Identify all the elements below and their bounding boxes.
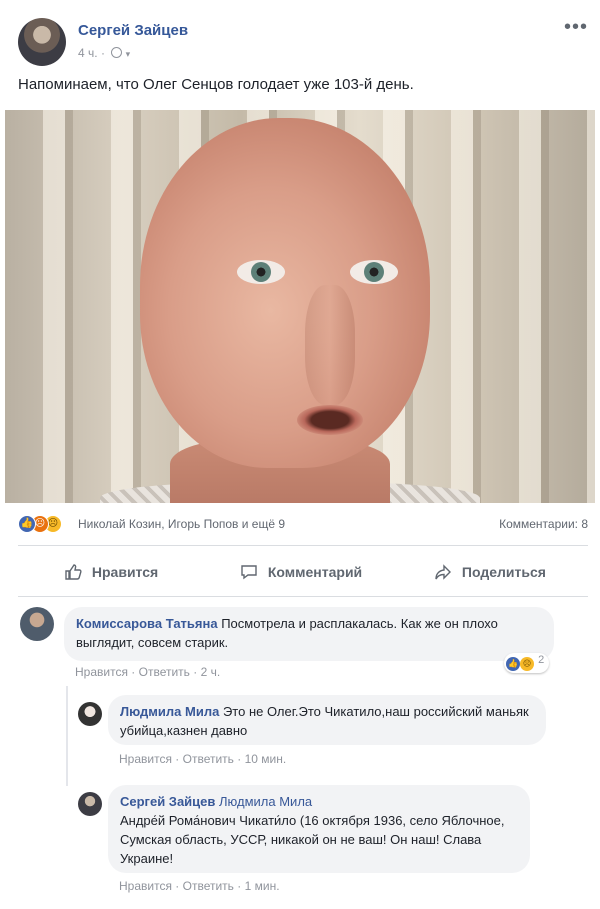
commenter-avatar[interactable]	[78, 792, 102, 816]
comment-author[interactable]: Людмила Мила	[120, 704, 219, 719]
meta-separator: ·	[100, 46, 105, 60]
comment-text: Андре́й Рома́нович Чикати́ло (16 октября…	[120, 813, 505, 866]
comments-count[interactable]: Комментарии: 8	[499, 517, 588, 531]
comment-author[interactable]: Сергей Зайцев	[120, 794, 215, 809]
photo-nose	[305, 285, 355, 405]
post-meta: 4 ч. · ▾	[78, 46, 130, 60]
comment-reaction-count: 2	[538, 654, 545, 666]
comment-reactions[interactable]: 👍 ☹ 2	[504, 653, 550, 673]
reactors-text[interactable]: Николай Козин, Игорь Попов и ещё 9	[78, 517, 285, 531]
share-button[interactable]: Поделиться	[434, 563, 546, 581]
separator: ·	[175, 879, 180, 893]
separator: ·	[175, 752, 180, 766]
comment-button-label: Комментарий	[267, 564, 363, 580]
separator: ·	[237, 879, 242, 893]
comment-reply-link[interactable]: Ответить	[139, 665, 190, 679]
author-avatar[interactable]	[18, 18, 66, 66]
like-button[interactable]: Нравится	[64, 563, 158, 581]
like-icon: 👍	[506, 657, 520, 671]
post-header: Сергей Зайцев 4 ч. · ▾ •••	[18, 14, 588, 74]
comment-reply-link[interactable]: Ответить	[183, 879, 234, 893]
comment-button[interactable]: Комментарий	[240, 563, 362, 581]
commenter-avatar[interactable]	[20, 607, 54, 641]
separator: ·	[193, 665, 198, 679]
comment-like-link[interactable]: Нравится	[119, 879, 172, 893]
privacy-chevron-icon[interactable]: ▾	[126, 49, 131, 59]
action-bar: Нравится Комментарий Поделиться	[18, 553, 588, 593]
like-icon: 👍	[18, 515, 36, 533]
comment-mention[interactable]: Людмила Мила	[219, 794, 312, 809]
comment-time[interactable]: 1 мин.	[245, 879, 280, 893]
comment-time[interactable]: 10 мин.	[245, 752, 287, 766]
photo-left-eye	[237, 260, 285, 284]
comment-actions: Нравится · Ответить · 2 ч.	[75, 665, 220, 679]
thumbs-up-icon	[65, 564, 82, 580]
author-name[interactable]: Сергей Зайцев	[78, 22, 188, 39]
photo-mouth	[297, 405, 363, 435]
separator: ·	[237, 752, 242, 766]
photo-head	[140, 118, 430, 468]
photo-right-eye	[350, 260, 398, 284]
comment-like-link[interactable]: Нравится	[75, 665, 128, 679]
comment-actions: Нравится · Ответить · 1 мин.	[119, 879, 280, 893]
share-icon	[435, 564, 451, 580]
divider	[18, 545, 588, 546]
post-time[interactable]: 4 ч.	[78, 46, 98, 60]
more-options-icon[interactable]: •••	[564, 16, 588, 39]
post-photo[interactable]	[5, 110, 595, 503]
divider	[18, 596, 588, 597]
sad-icon: ☹	[520, 657, 535, 671]
globe-icon[interactable]	[111, 47, 123, 58]
comment-actions: Нравится · Ответить · 10 мин.	[119, 752, 286, 766]
like-button-label: Нравится	[91, 564, 159, 580]
thread-line	[66, 686, 68, 786]
separator: ·	[131, 665, 136, 679]
comment-time[interactable]: 2 ч.	[201, 665, 221, 679]
comment-reply-link[interactable]: Ответить	[183, 752, 234, 766]
reactions-summary: ☹ ☹ 👍 Николай Козин, Игорь Попов и ещё 9…	[18, 513, 588, 535]
comment-bubble: Сергей Зайцев Людмила Мила Андре́й Рома́…	[108, 785, 530, 873]
commenter-avatar[interactable]	[78, 702, 102, 726]
share-button-label: Поделиться	[461, 564, 546, 580]
post-text: Напоминаем, что Олег Сенцов голодает уже…	[18, 76, 414, 93]
reaction-icons[interactable]: ☹ ☹ 👍	[18, 515, 72, 533]
comment-bubble: Комиссарова Татьяна Посмотрела и расплак…	[64, 607, 554, 661]
comment-like-link[interactable]: Нравится	[119, 752, 172, 766]
comment-bubble: Людмила Мила Это не Олег.Это Чикатило,на…	[108, 695, 546, 745]
comment-icon	[241, 565, 257, 580]
comment-author[interactable]: Комиссарова Татьяна	[76, 616, 218, 631]
